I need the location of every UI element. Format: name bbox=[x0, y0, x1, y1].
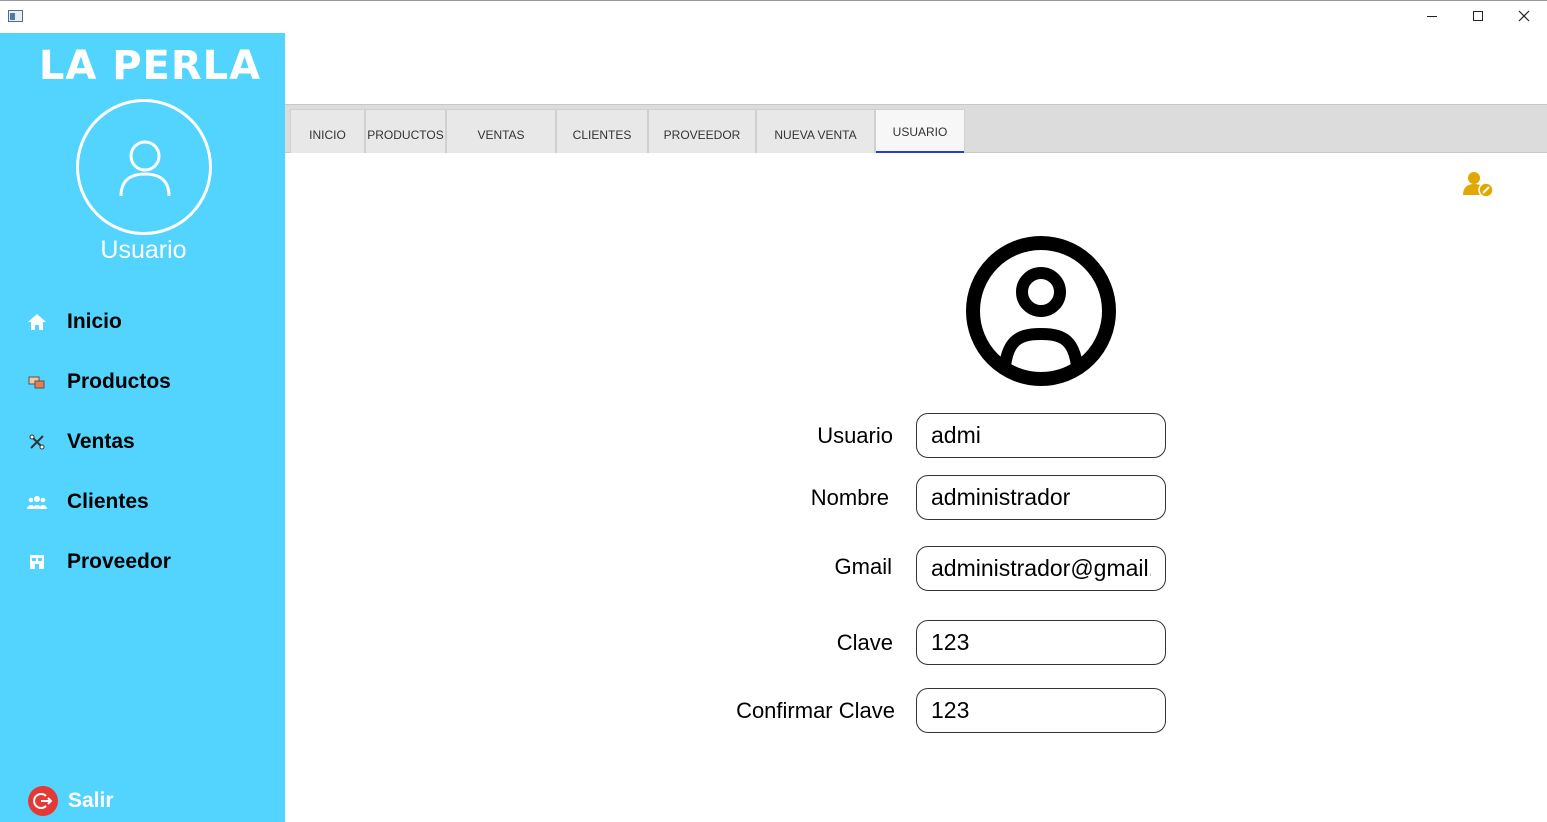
close-icon bbox=[1518, 10, 1530, 22]
logout-icon bbox=[28, 786, 58, 816]
minimize-icon bbox=[1427, 15, 1437, 17]
sidebar-user-label: Usuario bbox=[100, 236, 187, 264]
supplier-icon bbox=[26, 551, 48, 573]
clave-label: Clave bbox=[836, 630, 893, 655]
tab-productos[interactable]: PRODUCTOS bbox=[365, 109, 446, 153]
app-icon bbox=[8, 10, 23, 22]
user-icon bbox=[119, 140, 171, 197]
confirmar-clave-field[interactable] bbox=[916, 688, 1166, 733]
clients-icon bbox=[26, 491, 48, 513]
maximize-button[interactable] bbox=[1455, 1, 1501, 31]
usuario-label: Usuario bbox=[817, 423, 893, 448]
sidebar-item-label: Productos bbox=[67, 370, 171, 393]
tab-proveedor[interactable]: PROVEEDOR bbox=[648, 109, 756, 153]
user-edit-icon bbox=[1463, 172, 1494, 198]
minimize-button[interactable] bbox=[1409, 1, 1455, 31]
sidebar-item-label: Inicio bbox=[67, 310, 122, 333]
sidebar-item-ventas[interactable]: Ventas bbox=[26, 426, 266, 458]
tab-bar: INICIO PRODUCTOS VENTAS CLIENTES PROVEED… bbox=[285, 104, 1547, 153]
sales-icon bbox=[26, 431, 48, 453]
tab-clientes[interactable]: CLIENTES bbox=[556, 109, 648, 153]
brand-title: LA PERLA bbox=[38, 43, 262, 89]
sidebar-item-clientes[interactable]: Clientes bbox=[26, 486, 266, 518]
user-circle-icon bbox=[966, 236, 1116, 386]
sidebar-item-label: Ventas bbox=[67, 430, 135, 453]
sidebar: LA PERLA Usuario Inicio Productos Ventas… bbox=[0, 33, 285, 822]
gmail-label: Gmail bbox=[834, 554, 892, 579]
tab-ventas[interactable]: VENTAS bbox=[446, 109, 556, 153]
window-titlebar bbox=[0, 0, 1547, 33]
sidebar-item-proveedor[interactable]: Proveedor bbox=[26, 546, 266, 578]
close-button[interactable] bbox=[1501, 1, 1547, 31]
home-icon bbox=[26, 311, 48, 333]
sidebar-item-label: Proveedor bbox=[67, 550, 171, 573]
usuario-field[interactable] bbox=[916, 413, 1166, 458]
sidebar-avatar bbox=[76, 99, 212, 235]
sidebar-item-productos[interactable]: Productos bbox=[26, 366, 266, 398]
confirmar-clave-label: Confirmar Clave bbox=[736, 698, 895, 723]
products-icon bbox=[26, 371, 48, 393]
tab-nueva-venta[interactable]: NUEVA VENTA bbox=[756, 109, 875, 153]
nombre-field[interactable] bbox=[916, 475, 1166, 520]
logout-label: Salir bbox=[68, 789, 114, 812]
gmail-field[interactable] bbox=[916, 546, 1166, 591]
maximize-icon bbox=[1473, 11, 1483, 21]
tab-usuario[interactable]: USUARIO bbox=[875, 109, 965, 153]
edit-user-button[interactable] bbox=[1462, 170, 1496, 203]
clave-field[interactable] bbox=[916, 620, 1166, 665]
sidebar-item-inicio[interactable]: Inicio bbox=[26, 306, 266, 338]
profile-avatar bbox=[964, 234, 1118, 393]
nombre-label: Nombre bbox=[810, 485, 889, 510]
logout-button[interactable]: Salir bbox=[28, 786, 114, 816]
tab-inicio[interactable]: INICIO bbox=[290, 109, 365, 153]
sidebar-item-label: Clientes bbox=[67, 490, 149, 513]
